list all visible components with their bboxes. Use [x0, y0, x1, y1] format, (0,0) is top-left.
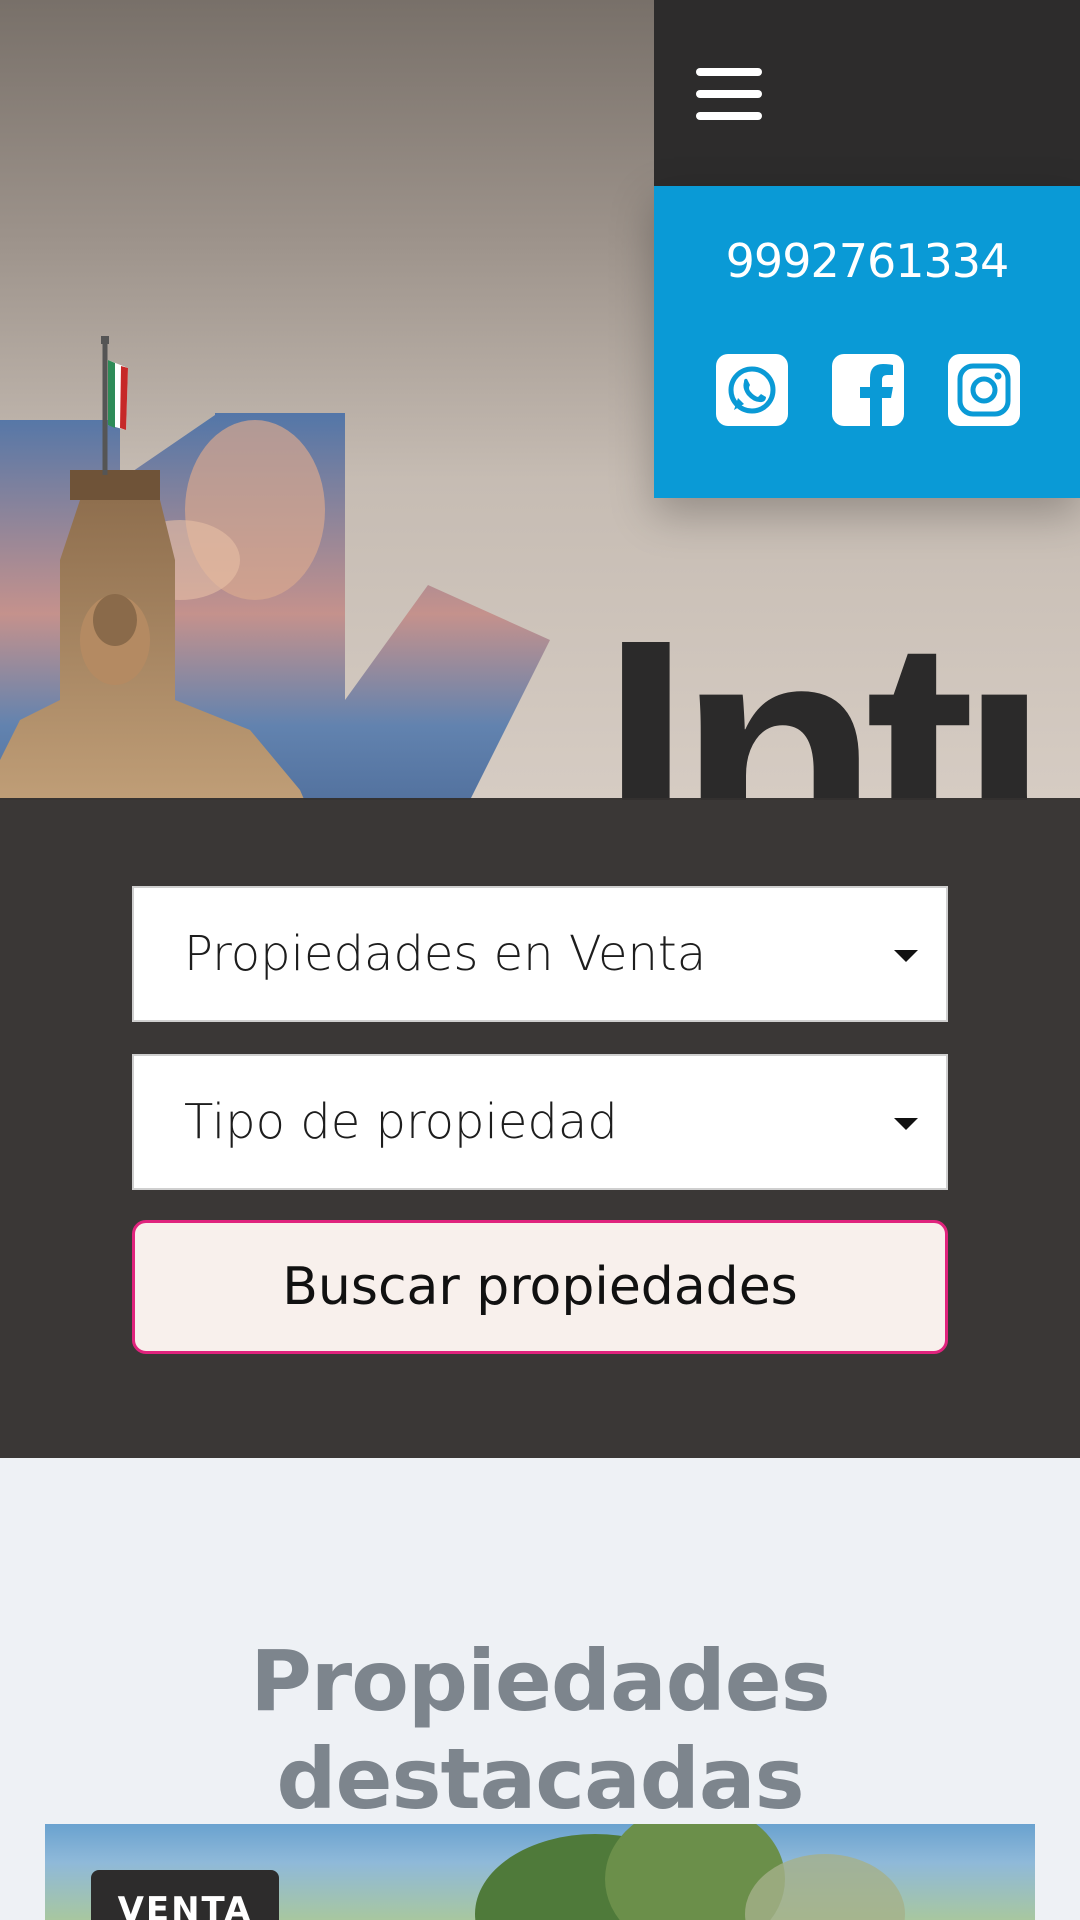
status-badge: VENTA [91, 1870, 279, 1920]
search-properties-button[interactable]: Buscar propiedades [132, 1220, 948, 1354]
hamburger-menu-icon[interactable] [696, 68, 762, 120]
property-search-panel: Propiedades en Venta Tipo de propiedad B… [0, 798, 1080, 1458]
top-menu-bar [654, 0, 1080, 186]
contact-box: 9992761334 [654, 186, 1080, 498]
property-type-select-value: Tipo de propiedad [184, 1094, 618, 1150]
featured-section-title: Propiedades destacadas [250, 1632, 831, 1828]
operation-select[interactable]: Propiedades en Venta [132, 886, 948, 1022]
facebook-icon[interactable] [830, 352, 906, 428]
operation-select-value: Propiedades en Venta [184, 926, 707, 982]
phone-number[interactable]: 9992761334 [654, 234, 1080, 288]
instagram-icon[interactable] [946, 352, 1022, 428]
hero-brand-text: Intu [600, 570, 1080, 801]
chevron-down-icon [894, 950, 918, 962]
whatsapp-icon[interactable] [714, 352, 790, 428]
property-type-select[interactable]: Tipo de propiedad [132, 1054, 948, 1190]
property-card[interactable]: VENTA [45, 1824, 1035, 1920]
chevron-down-icon [894, 1118, 918, 1130]
